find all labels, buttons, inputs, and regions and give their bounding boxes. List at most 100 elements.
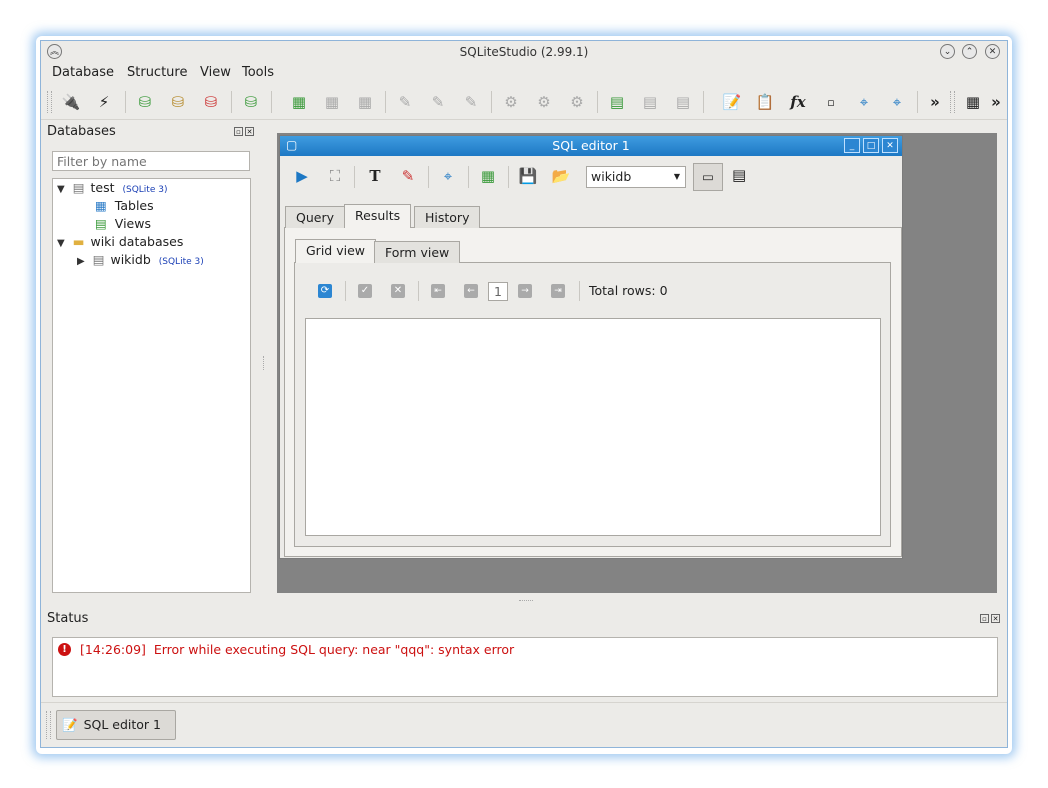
create-view-from-query-icon[interactable]: ▦ <box>478 166 498 186</box>
toolbar-overflow-icon[interactable]: » <box>925 92 945 112</box>
database-tree: ▼ ▤ test (SQLite 3) ▦ Tables ▤ Views ▼ ▬… <box>52 178 251 593</box>
refresh-database-icon[interactable]: ⛁ <box>241 92 261 112</box>
menu-bar: Database Structure View Tools <box>41 63 1007 83</box>
float-panel-icon[interactable]: ▫ <box>234 127 243 136</box>
delete-table-icon[interactable]: ▦ <box>355 92 375 112</box>
tab-results[interactable]: Results <box>344 204 412 228</box>
execute-query-icon[interactable]: ▶ <box>292 166 312 186</box>
editor-maximize-button[interactable]: □ <box>863 138 879 153</box>
databases-panel-title: Databases <box>47 124 116 139</box>
menu-tools[interactable]: Tools <box>242 63 274 83</box>
database-icon: ▤ <box>72 180 85 195</box>
clear-query-icon[interactable]: ✎ <box>398 166 418 186</box>
close-panel-icon[interactable]: ✕ <box>245 127 254 136</box>
edit-database-icon[interactable]: ⛁ <box>168 92 188 112</box>
tab-query[interactable]: Query <box>285 206 345 228</box>
cascade-windows-icon[interactable]: ⌖ <box>887 92 907 112</box>
view-toolbar-icon[interactable]: ▦ <box>963 92 983 112</box>
collations-editor-icon[interactable]: ▫ <box>821 92 841 112</box>
vertical-splitter[interactable] <box>263 356 267 370</box>
horizontal-splitter[interactable] <box>519 600 533 604</box>
window-menu-button[interactable]: ︽ <box>47 44 62 59</box>
export-results-icon[interactable]: ⌖ <box>438 166 458 186</box>
taskbar-grip[interactable] <box>46 711 51 739</box>
status-message: [14:26:09] Error while executing SQL que… <box>80 642 515 657</box>
open-sql-file-icon[interactable]: 📂 <box>551 166 571 186</box>
collapse-icon[interactable]: ▼ <box>57 184 65 195</box>
dropdown-arrow-icon: ▼ <box>673 172 680 181</box>
close-button[interactable]: ✕ <box>985 44 1000 59</box>
save-sql-icon[interactable]: 💾 <box>518 166 538 186</box>
tabbed-results-icon[interactable]: ▭ <box>693 163 723 191</box>
open-sql-editor-icon[interactable]: 📝 <box>722 92 742 112</box>
tab-form-view[interactable]: Form view <box>374 241 461 263</box>
functions-editor-icon[interactable]: fx <box>788 92 808 112</box>
edit-index-icon[interactable]: ✎ <box>428 92 448 112</box>
next-page-icon[interactable]: → <box>518 284 532 298</box>
commit-icon[interactable]: ✓ <box>358 284 372 298</box>
title-bar: SQLiteStudio (2.99.1) <box>41 41 1007 63</box>
menu-structure[interactable]: Structure <box>127 63 187 83</box>
menu-view[interactable]: View <box>200 63 231 83</box>
edit-view-icon[interactable]: ▤ <box>640 92 660 112</box>
filter-input[interactable] <box>52 151 250 171</box>
tables-icon: ▦ <box>95 198 107 213</box>
total-rows-label: Total rows: 0 <box>589 283 668 298</box>
results-grid[interactable] <box>305 318 881 536</box>
window-title: SQLiteStudio (2.99.1) <box>459 45 589 59</box>
editor-close-button[interactable]: ✕ <box>882 138 898 153</box>
taskbar-sql-editor-button[interactable]: 📝 SQL editor 1 <box>56 710 176 740</box>
tile-windows-icon[interactable]: ⌖ <box>854 92 874 112</box>
results-below-icon[interactable]: ▤ <box>732 166 746 184</box>
rollback-icon[interactable]: ✕ <box>391 284 405 298</box>
main-toolbar: 🔌 ⚡ ⛁ ⛁ ⛁ ⛁ ▦ ▦ ▦ ✎ ✎ ✎ ⚙ ⚙ ⚙ ▤ ▤ ▤ 📝 📋 … <box>41 85 1007 120</box>
taskbar-divider <box>41 702 1007 703</box>
connect-db-icon[interactable]: 🔌 <box>61 92 81 112</box>
sql-editor-icon: 📝 <box>62 717 78 732</box>
tab-history[interactable]: History <box>414 206 481 228</box>
disconnect-db-icon[interactable]: ⚡ <box>94 92 114 112</box>
prev-page-icon[interactable]: ← <box>464 284 478 298</box>
last-page-icon[interactable]: ⇥ <box>551 284 565 298</box>
create-view-icon[interactable]: ▤ <box>607 92 627 112</box>
delete-trigger-icon[interactable]: ⚙ <box>567 92 587 112</box>
float-status-panel-icon[interactable]: ▫ <box>980 614 989 623</box>
folder-icon: ▬ <box>72 234 85 249</box>
tree-item-tables[interactable]: ▦ Tables <box>95 197 154 215</box>
tab-grid-view[interactable]: Grid view <box>295 239 376 263</box>
sql-editor-window: SQL editor 1 ▢ _ □ ✕ ▶ ⛶ T ✎ ⌖ ▦ 💾 📂 wik… <box>279 135 903 559</box>
tree-item-views[interactable]: ▤ Views <box>95 215 151 233</box>
menu-database[interactable]: Database <box>52 63 114 83</box>
create-table-icon[interactable]: ▦ <box>289 92 309 112</box>
maximize-button[interactable]: ⌃ <box>962 44 977 59</box>
collapse-icon[interactable]: ▼ <box>57 238 65 249</box>
format-sql-icon[interactable]: T <box>365 166 385 186</box>
edit-trigger-icon[interactable]: ⚙ <box>534 92 554 112</box>
close-status-panel-icon[interactable]: ✕ <box>991 614 1000 623</box>
remove-database-icon[interactable]: ⛁ <box>201 92 221 112</box>
editor-minimize-button[interactable]: _ <box>844 138 860 153</box>
add-database-icon[interactable]: ⛁ <box>135 92 155 112</box>
delete-view-icon[interactable]: ▤ <box>673 92 693 112</box>
status-log: ! [14:26:09] Error while executing SQL q… <box>52 637 998 697</box>
ddl-history-icon[interactable]: 📋 <box>755 92 775 112</box>
expand-icon[interactable]: ▶ <box>77 256 85 267</box>
minimize-button[interactable]: ⌄ <box>940 44 955 59</box>
create-index-icon[interactable]: ✎ <box>395 92 415 112</box>
page-number-input[interactable]: 1 <box>488 282 508 301</box>
refresh-results-icon[interactable]: ⟳ <box>318 284 332 298</box>
tree-item-wikidb[interactable]: ▶ ▤ wikidb (SQLite 3) <box>77 251 204 269</box>
tree-item-wiki-databases[interactable]: ▼ ▬ wiki databases <box>57 233 183 251</box>
delete-index-icon[interactable]: ✎ <box>461 92 481 112</box>
first-page-icon[interactable]: ⇤ <box>431 284 445 298</box>
explain-query-icon[interactable]: ⛶ <box>325 166 345 186</box>
create-trigger-icon[interactable]: ⚙ <box>501 92 521 112</box>
database-select[interactable]: wikidb ▼ <box>586 166 686 188</box>
editor-window-icon: ▢ <box>286 138 298 152</box>
edit-table-icon[interactable]: ▦ <box>322 92 342 112</box>
tree-item-test[interactable]: ▼ ▤ test (SQLite 3) <box>57 179 167 197</box>
toolbar-grip[interactable] <box>47 91 52 113</box>
sql-editor-title-bar: SQL editor 1 <box>280 136 902 156</box>
views-icon: ▤ <box>95 216 107 231</box>
toolbar-overflow-2-icon[interactable]: » <box>986 92 1006 112</box>
